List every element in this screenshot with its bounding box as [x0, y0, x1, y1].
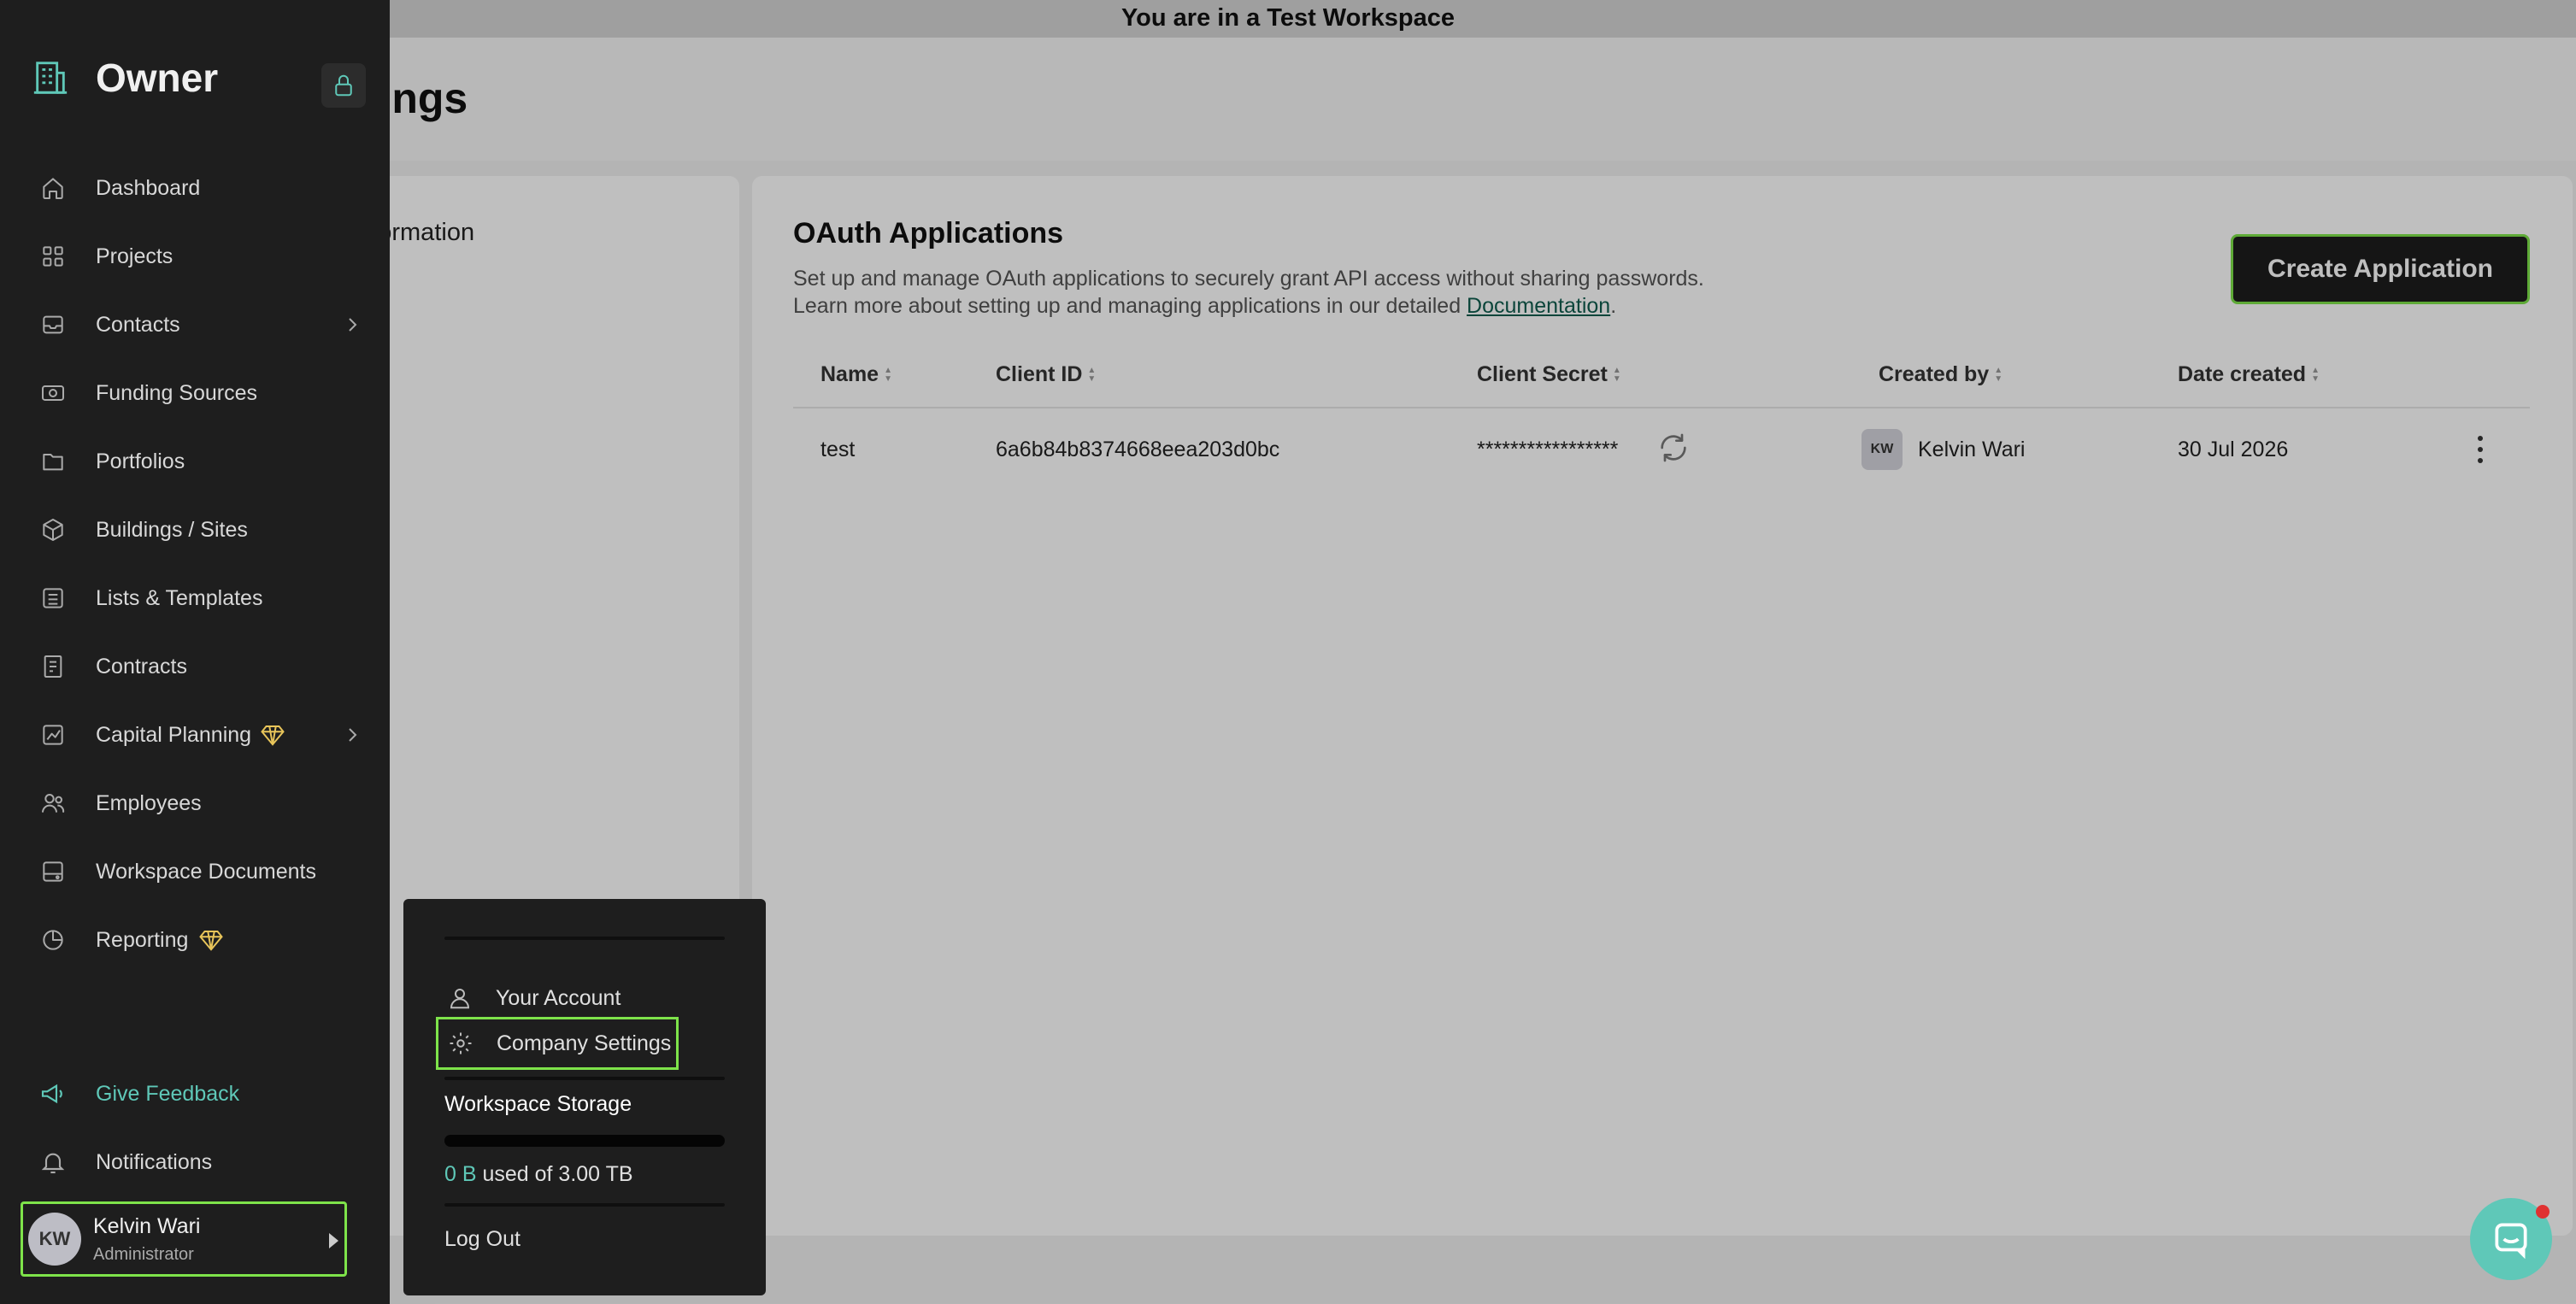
- sidebar-item-label: Contacts: [96, 312, 180, 337]
- pie-icon: [38, 925, 68, 955]
- premium-gem-icon: [198, 927, 224, 953]
- log-out-button[interactable]: Log Out: [444, 1227, 520, 1252]
- contract-icon: [38, 651, 68, 682]
- sidebar-item-contracts[interactable]: Contracts: [0, 641, 390, 692]
- sidebar-item-label: Buildings / Sites: [96, 517, 248, 542]
- chevron-right-icon: [342, 314, 362, 335]
- folder-icon: [38, 446, 68, 477]
- lock-sidebar-button[interactable]: [321, 63, 366, 108]
- sidebar-item-label: Contracts: [96, 654, 187, 678]
- sidebar-item-employees[interactable]: Employees: [0, 778, 390, 829]
- sidebar-item-label: Dashboard: [96, 175, 201, 200]
- notifications-label: Notifications: [96, 1149, 213, 1174]
- drive-icon: [38, 856, 68, 887]
- caret-right-icon: [329, 1233, 338, 1248]
- sidebar-item-label: Workspace Documents: [96, 859, 316, 884]
- storage-progress-bar: [444, 1135, 725, 1147]
- sidebar-item-capital-planning[interactable]: Capital Planning: [0, 709, 390, 761]
- your-account-label: Your Account: [496, 985, 621, 1010]
- sidebar-item-label: Reporting: [96, 927, 189, 952]
- storage-used: 0 B: [444, 1162, 477, 1186]
- sidebar-item-label: Capital Planning: [96, 722, 252, 747]
- bell-icon: [38, 1147, 68, 1178]
- sidebar-item-buildings-sites[interactable]: Buildings / Sites: [0, 504, 390, 555]
- sidebar-item-reporting[interactable]: Reporting: [0, 914, 390, 966]
- sidebar-item-funding-sources[interactable]: Funding Sources: [0, 367, 390, 419]
- home-icon: [38, 173, 68, 203]
- sidebar-item-projects[interactable]: Projects: [0, 231, 390, 282]
- chart-icon: [38, 720, 68, 750]
- storage-title: Workspace Storage: [444, 1092, 632, 1116]
- money-icon: [38, 378, 68, 408]
- gear-icon: [445, 1028, 476, 1059]
- popup-divider: [444, 1077, 725, 1080]
- sidebar: Owner Dashboard Projects Contacts Funding S…: [0, 0, 390, 1304]
- give-feedback-label: Give Feedback: [96, 1081, 240, 1106]
- sidebar-item-label: Employees: [96, 790, 202, 815]
- user-role: Administrator: [93, 1245, 194, 1264]
- company-settings-item[interactable]: Company Settings: [436, 1017, 679, 1070]
- popup-divider: [444, 1203, 725, 1207]
- inbox-icon: [38, 309, 68, 340]
- sidebar-item-lists-templates[interactable]: Lists & Templates: [0, 573, 390, 624]
- sidebar-item-label: Funding Sources: [96, 380, 258, 405]
- user-name: Kelvin Wari: [93, 1214, 201, 1238]
- grid-icon: [38, 241, 68, 272]
- user-menu-toggle[interactable]: KW Kelvin Wari Administrator: [21, 1201, 347, 1277]
- sidebar-item-dashboard[interactable]: Dashboard: [0, 162, 390, 214]
- your-account-item[interactable]: Your Account: [438, 972, 620, 1024]
- notification-dot: [2536, 1205, 2550, 1219]
- notifications-link[interactable]: Notifications: [0, 1137, 390, 1188]
- storage-total: used of 3.00 TB: [476, 1162, 633, 1186]
- users-icon: [38, 788, 68, 819]
- sidebar-item-portfolios[interactable]: Portfolios: [0, 436, 390, 487]
- sidebar-item-label: Portfolios: [96, 449, 185, 473]
- give-feedback-link[interactable]: Give Feedback: [0, 1068, 390, 1119]
- brand: Owner: [31, 55, 218, 101]
- sidebar-item-workspace-documents[interactable]: Workspace Documents: [0, 846, 390, 897]
- sidebar-item-contacts[interactable]: Contacts: [0, 299, 390, 350]
- brand-name: Owner: [96, 56, 219, 100]
- lock-icon: [335, 74, 352, 97]
- storage-usage: 0 B used of 3.00 TB: [444, 1162, 633, 1187]
- chevron-right-icon: [342, 725, 362, 745]
- popup-divider: [444, 937, 725, 940]
- megaphone-icon: [38, 1078, 68, 1109]
- user-icon: [444, 983, 475, 1013]
- list-icon: [38, 583, 68, 614]
- company-settings-label: Company Settings: [497, 1031, 672, 1055]
- cube-icon: [38, 514, 68, 545]
- chat-icon: [2495, 1223, 2527, 1260]
- avatar: KW: [28, 1213, 81, 1266]
- building-icon: [33, 62, 68, 94]
- premium-gem-icon: [260, 722, 285, 748]
- sidebar-item-label: Projects: [96, 244, 173, 268]
- sidebar-item-label: Lists & Templates: [96, 585, 263, 610]
- user-popup-menu: Your Account Company Settings Workspace …: [403, 899, 766, 1295]
